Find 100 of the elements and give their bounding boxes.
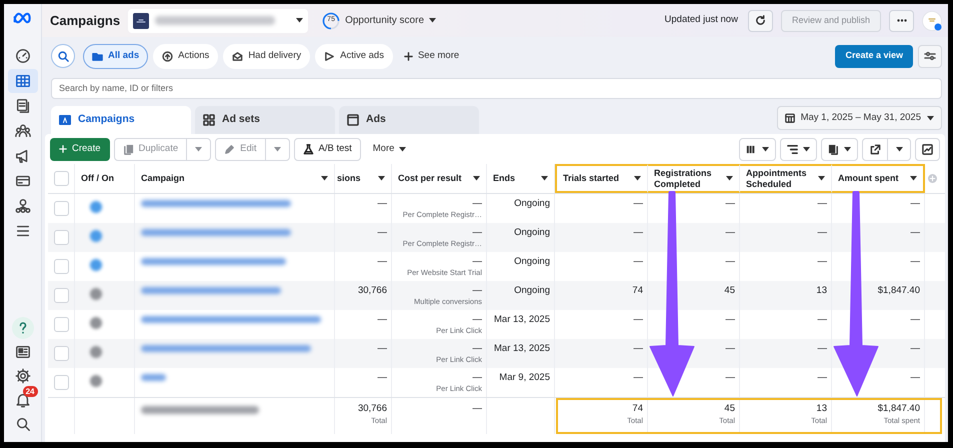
export-icon	[870, 144, 880, 154]
checkbox[interactable]	[54, 288, 68, 303]
plus-icon	[59, 145, 67, 153]
table-icon	[14, 73, 30, 89]
toggle-switch[interactable]	[90, 317, 102, 329]
notification-badge: 24	[22, 386, 38, 397]
status-text: Updated just now	[664, 13, 738, 28]
breakdown-icon	[787, 144, 798, 154]
caret-icon	[634, 176, 641, 181]
caret-icon	[844, 146, 851, 152]
folder-icon	[59, 114, 71, 126]
help-icon	[12, 317, 34, 339]
toolbar-button[interactable]: A/B test	[294, 138, 360, 160]
checkbox[interactable]	[54, 346, 68, 361]
envelope-icon	[232, 50, 244, 62]
column-header[interactable]: Off / On	[75, 164, 135, 193]
column-header[interactable]: sions	[335, 164, 392, 193]
refresh-button[interactable]	[748, 10, 773, 32]
account-avatar-icon	[133, 12, 150, 28]
bell-icon	[14, 392, 30, 408]
search-button[interactable]	[51, 44, 75, 68]
news-icon	[14, 344, 30, 360]
avatar-icon	[922, 10, 942, 30]
filter-chip[interactable]: All ads	[83, 44, 148, 68]
toggle-switch[interactable]	[90, 375, 102, 387]
more-button[interactable]	[889, 10, 914, 32]
account-selector[interactable]	[128, 8, 308, 32]
reports-icon	[828, 144, 839, 154]
add-column-icon	[928, 174, 937, 183]
menu-icon	[14, 223, 30, 239]
caret-icon	[473, 176, 480, 181]
more-button[interactable]: More	[364, 138, 414, 160]
gauge-icon	[14, 48, 30, 64]
logo-icon	[12, 12, 32, 24]
chart-icon	[922, 144, 933, 154]
create-button[interactable]: Create	[50, 138, 110, 160]
caret-icon	[321, 176, 328, 181]
caret-icon	[399, 146, 406, 152]
checkbox[interactable]	[54, 201, 68, 216]
checkbox[interactable]	[54, 259, 68, 274]
toggle-switch[interactable]	[90, 259, 102, 271]
caret-icon	[762, 146, 769, 152]
search-icon	[58, 50, 68, 62]
see-more-button[interactable]: See more	[398, 44, 466, 68]
caret-icon	[927, 116, 934, 120]
pencil-icon	[224, 144, 236, 154]
table-cell: —	[392, 398, 487, 434]
more-icon	[896, 19, 906, 22]
folder-icon	[92, 50, 103, 62]
people-icon	[14, 123, 30, 139]
tab[interactable]: Ads	[339, 106, 479, 134]
caret-icon	[429, 18, 436, 23]
caret-icon	[541, 176, 548, 181]
caret-icon	[274, 146, 280, 152]
caret-icon	[896, 146, 902, 152]
megaphone-icon	[14, 148, 30, 164]
flask-icon	[302, 144, 314, 154]
up-arrow-circle-icon	[162, 50, 174, 62]
checkbox[interactable]	[54, 171, 68, 186]
caret-icon	[296, 18, 304, 23]
column-header[interactable]: Ends	[487, 164, 555, 193]
checkbox[interactable]	[54, 317, 68, 332]
column-header[interactable]: Cost per result	[392, 164, 487, 193]
toggle-switch[interactable]	[90, 346, 102, 358]
plus-icon	[404, 52, 413, 60]
play-outline-icon	[324, 50, 336, 62]
caret-icon	[726, 176, 733, 181]
filter-chip[interactable]: Active ads	[315, 44, 393, 68]
sidebar-item[interactable]	[8, 69, 38, 93]
create-view-button[interactable]: Create a view	[835, 44, 913, 68]
date-range-picker[interactable]: May 1, 2025 – May 31, 2025	[776, 106, 942, 130]
window-icon	[347, 114, 359, 126]
column-header[interactable]: Campaign	[135, 164, 335, 193]
toggle-switch[interactable]	[90, 230, 102, 242]
caret-icon	[195, 146, 202, 152]
refresh-icon	[754, 15, 766, 26]
tab[interactable]: Campaigns	[51, 106, 191, 134]
toggle-switch[interactable]	[90, 201, 102, 213]
sliders-icon	[924, 51, 936, 61]
card-icon	[14, 173, 30, 189]
grid-icon	[203, 114, 215, 126]
checkbox[interactable]	[54, 375, 68, 390]
tab[interactable]: Ad sets	[195, 106, 335, 134]
columns-icon	[746, 144, 757, 154]
settings-icon	[14, 368, 30, 384]
toggle-switch[interactable]	[90, 288, 102, 300]
caret-icon	[378, 176, 385, 181]
progress-ring-icon	[322, 12, 340, 30]
page-title: Campaigns	[50, 12, 120, 30]
adjust-button[interactable]	[918, 44, 942, 68]
filter-chip[interactable]: Actions	[153, 44, 218, 68]
pages-icon	[14, 98, 30, 114]
network-icon	[14, 198, 30, 214]
caret-icon	[910, 176, 917, 181]
sidebar-item[interactable]: 24	[8, 388, 38, 412]
checkbox[interactable]	[54, 230, 68, 245]
calendar-icon	[784, 113, 795, 123]
column-header[interactable]: Trials started	[555, 164, 648, 193]
search-field[interactable]: Search by name, ID or filters	[51, 78, 942, 98]
filter-chip[interactable]: Had delivery	[223, 44, 310, 68]
